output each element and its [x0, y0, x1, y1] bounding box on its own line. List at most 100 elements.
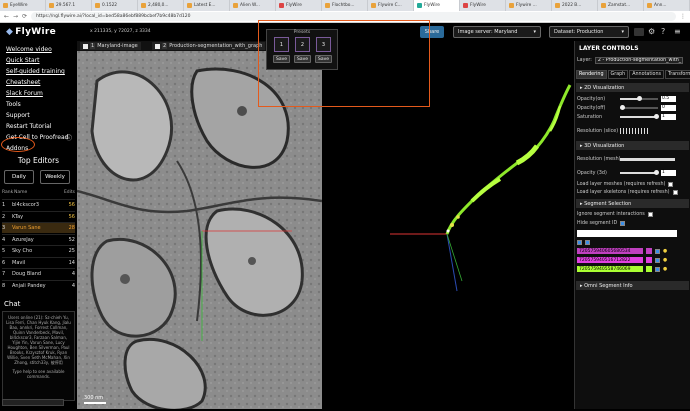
forward-icon[interactable]: → [13, 13, 18, 20]
segment-color-swatch[interactable] [646, 266, 652, 272]
favicon-icon [49, 3, 54, 8]
segment-row[interactable]: 720575940605680534 ● [577, 248, 667, 254]
browser-tab[interactable]: FlyWire [276, 0, 322, 11]
editor-edits: 4 [71, 282, 75, 289]
opacity-3d-value[interactable]: 1 [661, 170, 676, 176]
back-icon[interactable]: ← [4, 13, 9, 20]
layer-skeletons-checkbox[interactable] [672, 190, 678, 195]
favicon-icon [555, 3, 560, 8]
visible-all-checkbox[interactable] [585, 240, 590, 245]
section-omni-segment-info[interactable]: ▸ Omni Segment Info [576, 281, 689, 290]
layer-meshes-checkbox[interactable] [668, 182, 674, 187]
checkbox-icon[interactable] [155, 43, 160, 49]
tab-annotations[interactable]: Annotations [629, 70, 665, 79]
dataset-label: Dataset: Production [554, 29, 604, 35]
resolution-slice-widget[interactable] [620, 128, 650, 134]
segment-row[interactable]: 720575940516712822 ● [577, 257, 667, 263]
opacity-on-slider[interactable] [620, 96, 658, 101]
browser-tab[interactable]: EyeWire [0, 0, 46, 11]
hide-segment-id-checkbox[interactable] [620, 221, 626, 226]
menu-quick-start[interactable]: Quick Start [6, 57, 40, 64]
browser-tab[interactable]: Flywire C... [368, 0, 414, 11]
lightbulb-icon[interactable]: ● [663, 249, 667, 254]
tab-rendering[interactable]: Rendering [576, 70, 607, 79]
segment-row[interactable]: 720575940558746069 ● [577, 266, 667, 272]
saturation-slider[interactable] [620, 114, 659, 119]
chat-input[interactable] [2, 399, 64, 406]
browser-tab[interactable]: Latest E... [184, 0, 230, 11]
section-omni-title: Omni Segment Info [584, 282, 633, 289]
segment-color-swatch[interactable] [646, 248, 652, 254]
browser-tab[interactable]: Flochtbo... [322, 0, 368, 11]
favicon-icon [463, 3, 468, 8]
flywire-logo: ◆ FlyWire [6, 27, 56, 37]
section-2d-visualization[interactable]: ▸ 2D Visualization [576, 83, 689, 92]
menu-slack-forum[interactable]: Slack Forum [6, 90, 43, 97]
dataset-select[interactable]: Dataset: Production ▾ [549, 26, 629, 38]
section-segment-selection[interactable]: ▸ Segment Selection [576, 199, 689, 208]
resolution-mesh-widget[interactable] [620, 158, 675, 161]
weekly-button[interactable]: Weekly [40, 170, 70, 184]
segment-visible-checkbox[interactable] [655, 248, 660, 254]
rank-header: Rank [2, 190, 14, 195]
segment-visible-checkbox[interactable] [655, 266, 660, 272]
segment-id-input[interactable] [577, 230, 677, 237]
editor-edits: 56 [68, 202, 75, 208]
extensions-icon[interactable]: ⋮ [680, 13, 686, 20]
editor-name: Mavil [12, 259, 26, 266]
menu-cheatsheet[interactable]: Cheatsheet [6, 79, 40, 86]
layer-tab-segmentation[interactable]: 2 Production-segmentation_with_graph [152, 42, 266, 50]
browser-tab[interactable]: 2022 B... [552, 0, 598, 11]
help-icon[interactable]: ? [661, 27, 665, 36]
menu-self-guided-training[interactable]: Self-guided training [6, 68, 65, 75]
segment-visible-checkbox[interactable] [655, 257, 660, 263]
segment-id[interactable]: 720575940516712822 [577, 257, 643, 263]
editor-name: KTay [12, 213, 24, 220]
browser-tab[interactable]: 0.1522 [92, 0, 138, 11]
menu-restart-tutorial[interactable]: Restart Tutorial [6, 123, 52, 130]
browser-tab[interactable]: FlyWire [460, 0, 506, 11]
saturation-value[interactable]: 1 [661, 114, 676, 120]
editor-name: Anjali Pandey [12, 282, 46, 289]
menu-icon[interactable]: ≡ [674, 27, 681, 36]
segment-id[interactable]: 720575940605680534 [577, 248, 643, 254]
browser-tab[interactable]: FlyWire [414, 0, 460, 11]
menu-welcome-video[interactable]: Welcome video [6, 46, 52, 53]
settings-icon[interactable]: ⚙ [648, 27, 655, 36]
editor-edits: 4 [71, 271, 75, 277]
tab-transform[interactable]: Transform [665, 70, 690, 79]
info-icon[interactable]: ⓘ [66, 133, 72, 142]
checkbox-icon[interactable] [83, 43, 88, 49]
layer-tab-maryland-image[interactable]: 1 Maryland-image [80, 42, 141, 50]
editor-edits: 52 [68, 236, 75, 243]
editor-rank: 3 [2, 225, 6, 231]
section-3d-visualization[interactable]: ▸ 3D Visualization [576, 141, 689, 150]
browser-tab[interactable]: Flywire ... [506, 0, 552, 11]
ignore-interactions-checkbox[interactable] [647, 212, 653, 217]
browser-tab[interactable]: Ann... [644, 0, 690, 11]
opacity-off-value[interactable]: 0 [661, 105, 676, 111]
menu-tools[interactable]: Tools [6, 101, 21, 108]
browser-tab[interactable]: 2,480,0... [138, 0, 184, 11]
lightbulb-icon[interactable]: ● [663, 258, 667, 263]
browser-tab[interactable]: Zamstat... [598, 0, 644, 11]
select-all-checkbox[interactable] [577, 240, 582, 245]
opacity-on-value[interactable]: 0.5 [661, 96, 676, 102]
layer-select[interactable]: 2 - Production-segmentation_with_ [594, 57, 683, 64]
opacity-3d-slider[interactable] [620, 170, 659, 175]
tab-graph[interactable]: Graph [607, 70, 629, 79]
reload-icon[interactable]: ⟳ [22, 13, 27, 20]
menu-support[interactable]: Support [6, 112, 30, 119]
opacity-off-slider[interactable] [620, 105, 658, 110]
user-avatar[interactable] [634, 28, 644, 36]
editor-rank: 5 [2, 248, 6, 254]
image-server-select[interactable]: Image server: Maryland ▾ [453, 26, 541, 38]
daily-button[interactable]: Daily [4, 170, 34, 184]
editor-name: Sky Cho [12, 248, 33, 254]
browser-tab[interactable]: 29.567.1 [46, 0, 92, 11]
segment-id[interactable]: 720575940558746069 [577, 266, 643, 272]
browser-tab[interactable]: Alien W... [230, 0, 276, 11]
lightbulb-icon[interactable]: ● [663, 267, 667, 272]
segment-color-swatch[interactable] [646, 257, 652, 263]
editor-row: 6 Mavil 14 [2, 256, 75, 268]
